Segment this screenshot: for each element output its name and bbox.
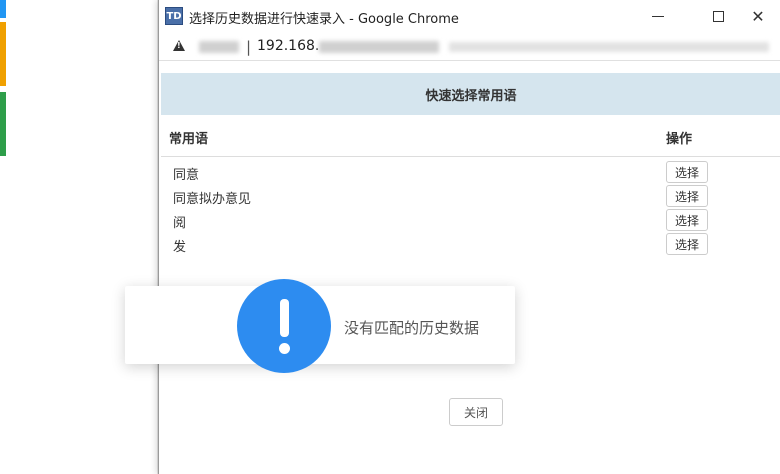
address-url[interactable]: 192.168.: [257, 38, 319, 54]
column-header-actions: 操作: [666, 132, 693, 147]
column-header-phrase: 常用语: [169, 132, 209, 147]
panel-title: 快速选择常用语: [161, 73, 780, 115]
address-bar[interactable]: | 192.168.: [159, 33, 780, 61]
window-titlebar[interactable]: TD 选择历史数据进行快速录入 - Google Chrome ✕: [159, 0, 780, 33]
table-row: 同意 选择: [159, 160, 780, 184]
exclamation-bar: [280, 299, 289, 337]
address-separator: |: [246, 38, 252, 56]
phrase-text: 同意: [173, 168, 200, 183]
select-button[interactable]: 选择: [666, 209, 708, 231]
close-icon: ✕: [751, 6, 765, 26]
header-divider: [161, 156, 780, 157]
minimize-icon: [652, 16, 664, 17]
select-button[interactable]: 选择: [666, 185, 708, 207]
phrase-text: 同意拟办意见: [173, 192, 252, 207]
app-logo-icon: TD: [165, 7, 183, 25]
exclamation-dot: [279, 343, 290, 354]
redacted-url: [319, 41, 439, 53]
redacted-text: [199, 41, 239, 53]
select-button[interactable]: 选择: [666, 161, 708, 183]
toast-message: 没有匹配的历史数据: [344, 319, 480, 337]
table-row: 同意拟办意见 选择: [159, 184, 780, 208]
page-content: 快速选择常用语 常用语 操作 同意 选择 同意拟办意见 选择 阅 选择 发 选择…: [159, 62, 780, 474]
phrase-text: 阅: [173, 216, 187, 231]
exclamation-icon: [237, 279, 331, 373]
select-button[interactable]: 选择: [666, 233, 708, 255]
window-close-button[interactable]: ✕: [735, 0, 780, 33]
background-tab-green[interactable]: [0, 92, 6, 156]
background-tab-orange[interactable]: [0, 22, 6, 86]
table-row: 阅 选择: [159, 208, 780, 232]
not-secure-warning-icon[interactable]: [173, 40, 185, 51]
screen: TD 选择历史数据进行快速录入 - Google Chrome ✕ | 192.…: [0, 0, 780, 474]
window-title: 选择历史数据进行快速录入 - Google Chrome: [189, 12, 459, 27]
minimize-button[interactable]: [635, 0, 681, 33]
chrome-popup-window: TD 选择历史数据进行快速录入 - Google Chrome ✕ | 192.…: [158, 0, 780, 474]
background-app: [0, 0, 158, 474]
close-button[interactable]: 关闭: [449, 398, 503, 426]
table-row: 发 选择: [159, 232, 780, 256]
maximize-icon: [712, 11, 724, 22]
phrase-text: 发: [173, 240, 187, 255]
background-tab-blue[interactable]: [0, 0, 6, 18]
redacted-url-tail: [449, 42, 769, 52]
